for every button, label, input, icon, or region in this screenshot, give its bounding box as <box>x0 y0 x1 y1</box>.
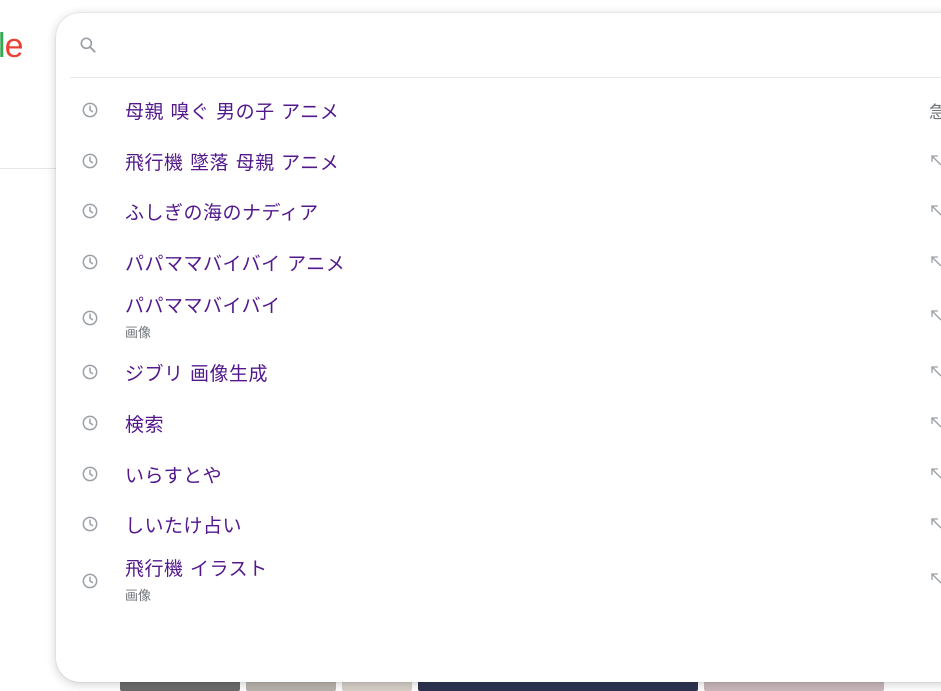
suggestion-subtext: 画像 <box>125 326 152 342</box>
suggestion-item-4[interactable]: パパママバイバイ アニメ <box>56 238 941 289</box>
search-input[interactable] <box>114 29 918 63</box>
history-clock-icon <box>82 364 98 380</box>
history-clock-icon <box>82 203 98 219</box>
suggestion-item-9[interactable]: しいたけ占い <box>56 500 941 551</box>
suggestion-text: 母親 嗅ぐ 男の子 アニメ <box>125 101 340 123</box>
history-clock-icon <box>82 466 98 481</box>
history-clock-icon <box>82 153 98 169</box>
search-suggestions-dropdown: 母親 嗅ぐ 男の子 アニメ 急 飛行機 墜落 母親 アニメ ふしぎの海のナディア <box>56 13 941 682</box>
suggestion-item-3[interactable]: ふしぎの海のナディア <box>56 187 941 238</box>
suggestion-item-5[interactable]: パパママバイバイ 画像 <box>56 288 941 348</box>
history-clock-icon <box>82 516 98 532</box>
suggestion-item-6[interactable]: ジブリ 画像生成 <box>56 348 941 399</box>
north-west-arrow-icon[interactable] <box>928 307 941 323</box>
suggestion-text: 検索 <box>125 413 165 436</box>
suggestion-text: パパママバイバイ アニメ <box>125 252 346 275</box>
north-west-arrow-icon[interactable] <box>928 253 941 269</box>
suggestion-right-text: 急 <box>929 103 941 123</box>
suggestion-item-10[interactable]: 飛行機 イラスト 画像 <box>56 551 941 611</box>
north-west-arrow-icon[interactable] <box>928 570 941 586</box>
suggestion-text: 飛行機 墜落 母親 アニメ <box>125 151 340 174</box>
search-icon <box>80 37 96 53</box>
suggestion-text: パパママバイバイ <box>125 295 281 318</box>
suggestion-item-7[interactable]: 検索 <box>56 399 941 450</box>
page: le 母親 嗅ぐ 男の子 アニメ 急 飛行機 墜落 母親 アニメ ふしぎの海のナ… <box>0 0 941 691</box>
north-west-arrow-icon[interactable] <box>928 202 941 218</box>
google-logo-partial[interactable]: le <box>0 26 24 66</box>
suggestion-list: 母親 嗅ぐ 男の子 アニメ 急 飛行機 墜落 母親 アニメ ふしぎの海のナディア <box>56 86 941 611</box>
search-bar <box>56 13 941 77</box>
history-clock-icon <box>82 310 98 326</box>
suggestion-text: ジブリ 画像生成 <box>125 363 269 386</box>
suggestion-subtext: 画像 <box>125 588 152 604</box>
north-west-arrow-icon[interactable] <box>928 152 941 168</box>
suggestion-text: しいたけ占い <box>125 515 243 538</box>
suggestion-item-8[interactable]: いらすとや <box>56 450 941 501</box>
suggestion-text: ふしぎの海のナディア <box>125 202 319 225</box>
history-clock-icon <box>82 415 98 431</box>
suggestion-text: 飛行機 イラスト <box>125 557 268 580</box>
history-clock-icon <box>82 254 98 270</box>
search-divider <box>70 77 941 78</box>
suggestion-text: いらすとや <box>125 464 223 487</box>
logo-letter-e: e <box>4 27 24 65</box>
suggestion-item-1[interactable]: 母親 嗅ぐ 男の子 アニメ 急 <box>56 86 941 137</box>
north-west-arrow-icon[interactable] <box>928 515 941 531</box>
north-west-arrow-icon[interactable] <box>928 465 941 481</box>
suggestion-item-2[interactable]: 飛行機 墜落 母親 アニメ <box>56 137 941 188</box>
north-west-arrow-icon[interactable] <box>928 363 941 379</box>
north-west-arrow-icon[interactable] <box>928 414 941 430</box>
history-clock-icon <box>82 573 98 589</box>
history-clock-icon <box>82 102 98 118</box>
